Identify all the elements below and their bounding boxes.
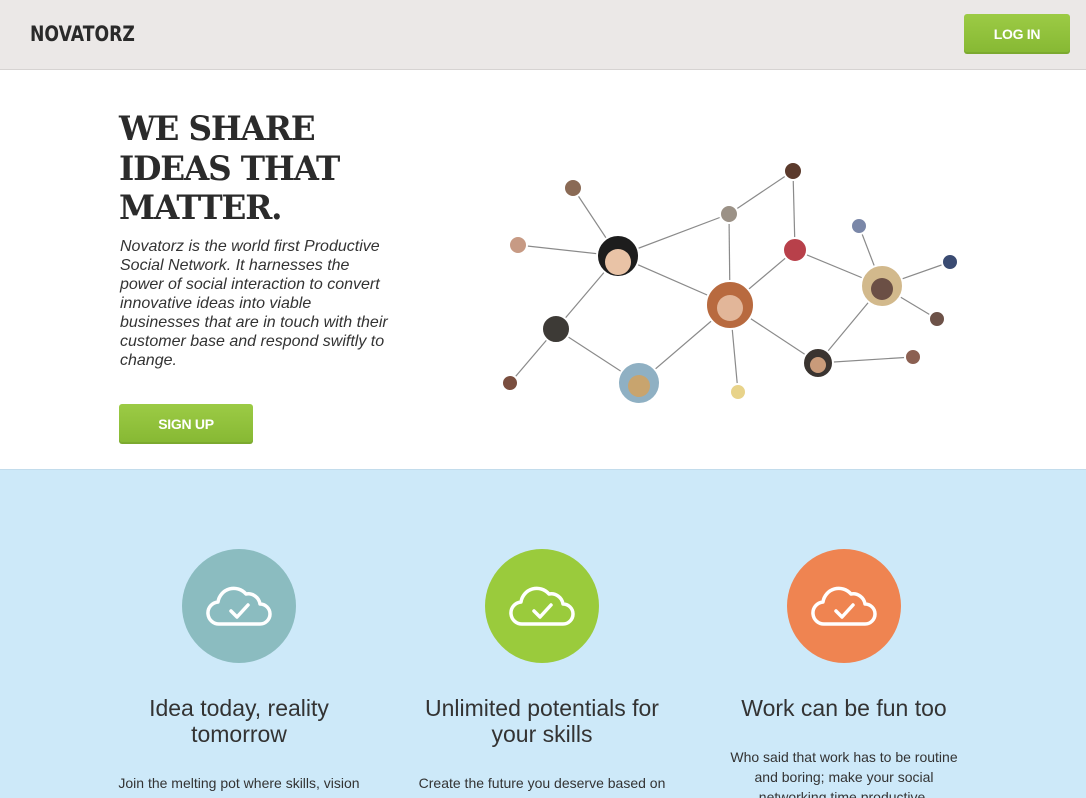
feature-icon-circle (485, 549, 599, 663)
social-network-illustration (501, 161, 959, 405)
cloud-check-icon (206, 586, 272, 626)
feature-text: Who said that work has to be routine and… (730, 749, 958, 798)
avatar (782, 237, 808, 263)
hero-title: WE SHARE IDEAS THAT MATTER. (119, 109, 407, 229)
feature-icon-circle (787, 549, 901, 663)
feature-title-line: Unlimited potentials for (425, 695, 659, 721)
hero-title-line: IDEAS THAT (119, 148, 340, 189)
avatar (508, 235, 528, 255)
feature-title-line: Idea today, reality (149, 695, 329, 721)
features-section: Idea today, reality tomorrow Join the me… (0, 469, 1086, 798)
hero-description: Novatorz is the world first Productive S… (120, 238, 388, 369)
signup-button[interactable]: SIGN UP (119, 404, 253, 444)
feature-text: Create the future you deserve based on (418, 775, 666, 791)
hero-title-line: WE SHARE (119, 109, 316, 149)
cloud-check-icon (509, 586, 575, 626)
avatar (904, 348, 922, 366)
avatar (719, 204, 739, 224)
site-logo[interactable]: NOVATORZ (30, 22, 135, 46)
avatar (928, 310, 946, 328)
top-navbar: NOVATORZ LOG IN (0, 0, 1086, 70)
feature-title: Work can be fun too (694, 695, 994, 721)
avatar (541, 314, 571, 344)
avatar (563, 178, 583, 198)
feature-title: Unlimited potentials for your skills (392, 695, 692, 747)
feature-title: Idea today, reality tomorrow (89, 695, 389, 747)
cloud-check-icon (811, 586, 877, 626)
feature-title-line: Work can be fun too (741, 695, 947, 721)
avatar (783, 161, 803, 181)
hero-title-line: MATTER. (119, 188, 283, 228)
avatar (941, 253, 959, 271)
avatar (729, 383, 747, 401)
avatar (501, 374, 519, 392)
login-button[interactable]: LOG IN (964, 14, 1070, 54)
hero-section: WE SHARE IDEAS THAT MATTER. Novatorz is … (0, 70, 1086, 469)
feature-title-line: tomorrow (191, 721, 287, 747)
feature-icon-circle (182, 549, 296, 663)
feature-title-line: your skills (491, 721, 593, 747)
feature-text: Join the melting pot where skills, visio… (118, 775, 360, 798)
avatar (850, 217, 868, 235)
